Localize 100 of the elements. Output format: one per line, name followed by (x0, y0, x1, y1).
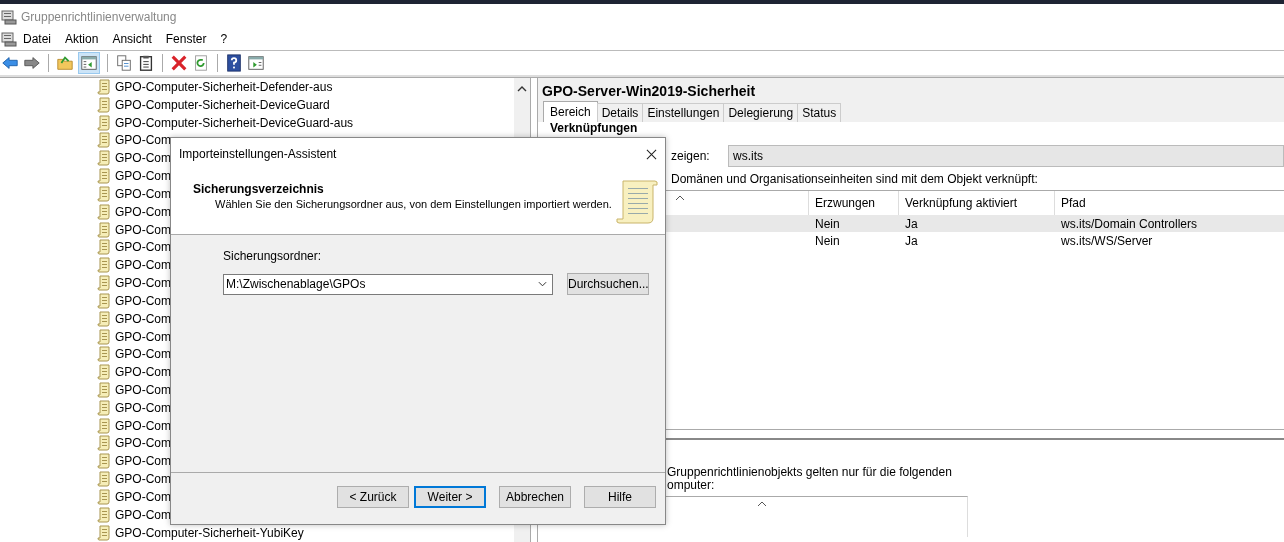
wizard-heading: Sicherungsverzeichnis (193, 182, 325, 196)
wizard-description: Wählen Sie den Sicherungsordner aus, von dem Einstellungen importiert werden. (214, 198, 612, 210)
tree-item[interactable]: GPO-Com (115, 418, 171, 433)
tree-item[interactable]: GPO-Computer-Sicherheit-DeviceGuard (115, 97, 330, 112)
filter-text: Gruppenrichtlinienobjekts gelten nur für die folgenden (667, 466, 953, 479)
tree-item[interactable]: GPO-Com (115, 276, 171, 290)
help-icon[interactable] (225, 54, 243, 72)
dialog-title: Importeinstellungen-Assistent (179, 147, 337, 161)
table-cell-text: Ja (904, 233, 919, 248)
scroll-icon (97, 382, 111, 398)
menu-item[interactable]: Aktion (58, 32, 106, 46)
tree-item[interactable]: GPO-Com (115, 454, 171, 469)
tree-item[interactable]: GPO-Com (115, 293, 171, 308)
forward-arrow-icon[interactable] (23, 54, 41, 72)
tree-item[interactable]: GPO-Com (115, 240, 171, 255)
scroll-icon (97, 275, 111, 291)
scroll-icon (97, 488, 111, 505)
section-heading: Verknüpfungen (550, 122, 639, 136)
scroll-icon (97, 150, 111, 167)
scroll-icon (97, 328, 111, 345)
table-cell-text: ws.its/WS/Server (1060, 233, 1154, 248)
folder-label: Sicherungsordner: (223, 249, 323, 263)
close-icon[interactable] (646, 148, 657, 160)
tab[interactable]: Status (797, 103, 842, 122)
folder-combobox[interactable]: M:\Zwischenablage\GPOs (223, 273, 553, 295)
table-cell-text: Ja (904, 216, 919, 231)
tree-item[interactable]: GPO-Com (115, 133, 171, 148)
browse-button[interactable]: Durchsuchen... (567, 273, 649, 295)
tree-item[interactable]: GPO-Com (115, 472, 171, 487)
menu-item[interactable]: Fenster (158, 32, 214, 46)
show-tree-button[interactable] (78, 52, 100, 74)
tree-item[interactable]: GPO-Com (115, 383, 171, 397)
table-cell-text: ws.its/Domain Controllers (1060, 216, 1199, 231)
filter-text: omputer: (667, 479, 715, 492)
menu-item[interactable]: ? (213, 32, 235, 46)
scroll-icon (97, 203, 111, 220)
links-caption: Domänen und Organisationseinheiten sind mit dem Objekt verknüpft: (670, 172, 1039, 186)
tree-item[interactable]: GPO-Computer-Sicherheit-YubiKey (115, 525, 304, 540)
tree-item[interactable]: GPO-Com (115, 347, 171, 362)
tab[interactable]: Bereich (543, 101, 598, 122)
tree-item[interactable]: GPO-Com (115, 204, 171, 219)
tree-item[interactable]: GPO-Com (115, 436, 171, 451)
tree-item[interactable]: GPO-Com (115, 222, 171, 237)
console-icon[interactable] (1, 31, 17, 47)
window-title: Gruppenrichtlinienverwaltung (21, 10, 177, 24)
refresh-icon[interactable] (192, 54, 210, 72)
scroll-icon (97, 399, 111, 416)
tree-item[interactable]: GPO-Com (115, 329, 171, 344)
scroll-up-icon[interactable] (517, 86, 527, 92)
scope-label: zeigen: (671, 149, 711, 163)
scroll-icon (97, 417, 111, 434)
scroll-icon (97, 96, 111, 113)
tree-item[interactable]: GPO-Com (115, 151, 171, 166)
table-cell-text: Nein (814, 233, 841, 248)
scroll-icon (97, 524, 111, 541)
menu-item[interactable]: Datei (17, 32, 58, 46)
table-cell-text: Nein (814, 216, 841, 231)
tree-item[interactable]: GPO-Com (115, 489, 171, 504)
tree-item[interactable]: GPO-Com (115, 258, 171, 273)
scope-dropdown[interactable]: ws.its (728, 145, 1284, 167)
tab[interactable]: Einstellungen (642, 103, 725, 122)
scroll-icon (97, 471, 111, 488)
scroll-icon (97, 132, 111, 149)
scroll-icon (97, 78, 111, 95)
scroll-icon (97, 364, 111, 381)
menu-item[interactable]: Ansicht (105, 32, 159, 46)
scroll-icon (97, 114, 111, 131)
delete-icon[interactable] (170, 54, 188, 72)
console-icon (1, 9, 17, 25)
scroll-icon (615, 178, 659, 226)
tree-item[interactable]: GPO-Com (115, 400, 171, 415)
tree-item[interactable]: GPO-Computer-Sicherheit-DeviceGuard-aus (115, 115, 354, 130)
dialog-button[interactable]: Weiter > (414, 486, 486, 508)
dialog-button[interactable]: Abbrechen (499, 486, 571, 508)
details-title: GPO-Server-Win2019-Sicherheit (541, 82, 757, 101)
scroll-icon (97, 310, 111, 327)
tree-item[interactable]: GPO-Com (115, 365, 171, 380)
tab[interactable]: Details (596, 103, 644, 122)
dialog-button[interactable]: < Zurück (337, 486, 409, 508)
scroll-icon (97, 453, 111, 470)
scroll-icon (97, 185, 111, 202)
tree-item[interactable]: GPO-Com (115, 507, 171, 522)
folder-icon[interactable] (56, 54, 74, 72)
tree-item[interactable]: GPO-Com (115, 311, 171, 326)
tree-item[interactable]: GPO-Com (115, 186, 171, 201)
scroll-icon (97, 346, 111, 363)
window-icon[interactable] (247, 54, 265, 72)
clipboard-icon[interactable] (137, 54, 155, 72)
scroll-icon (97, 435, 111, 452)
back-arrow-icon[interactable] (1, 54, 19, 72)
tree-item[interactable]: GPO-Computer-Sicherheit-Defender-aus (115, 79, 333, 94)
dialog-button[interactable]: Hilfe (584, 486, 656, 508)
scroll-icon (97, 292, 111, 309)
tree-item[interactable]: GPO-Com (115, 169, 171, 184)
scroll-icon (97, 221, 111, 238)
tab[interactable]: Delegierung (723, 103, 799, 122)
scroll-icon (97, 257, 111, 274)
scroll-icon (97, 168, 111, 185)
scroll-icon (97, 239, 111, 256)
scroll-icon (97, 506, 111, 523)
